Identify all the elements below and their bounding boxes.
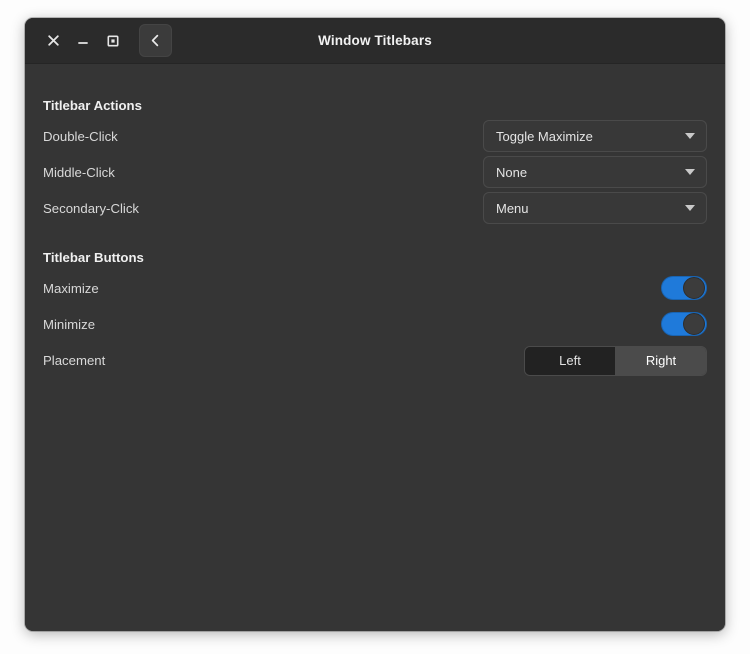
window-title-label: Window Titlebars <box>318 33 432 48</box>
row-placement: Placement Left Right <box>42 342 708 379</box>
settings-content: Titlebar Actions Double-Click Toggle Max… <box>25 64 725 631</box>
toggle-minimize[interactable] <box>661 312 707 336</box>
close-icon[interactable] <box>38 27 68 55</box>
maximize-icon[interactable] <box>98 27 128 55</box>
segment-right[interactable]: Right <box>615 347 706 375</box>
window-controls <box>25 24 172 57</box>
settings-window: Window Titlebars Titlebar Actions Double… <box>25 18 725 631</box>
row-middle-click: Middle-Click None <box>42 154 708 190</box>
dropdown-middle-click-value: None <box>496 165 527 180</box>
segmented-placement: Left Right <box>524 346 707 376</box>
toggle-maximize[interactable] <box>661 276 707 300</box>
toggle-knob <box>683 313 705 335</box>
row-label-middle-click: Middle-Click <box>43 165 115 180</box>
segment-left[interactable]: Left <box>525 347 615 375</box>
row-label-secondary-click: Secondary-Click <box>43 201 139 216</box>
row-label-placement: Placement <box>43 353 105 368</box>
row-minimize: Minimize <box>42 306 708 342</box>
dropdown-double-click-value: Toggle Maximize <box>496 129 593 144</box>
row-double-click: Double-Click Toggle Maximize <box>42 118 708 154</box>
back-icon[interactable] <box>139 24 172 57</box>
row-maximize: Maximize <box>42 270 708 306</box>
chevron-down-icon <box>685 169 695 175</box>
row-label-minimize: Minimize <box>43 317 95 332</box>
section-heading-titlebar-actions: Titlebar Actions <box>42 98 708 113</box>
row-secondary-click: Secondary-Click Menu <box>42 190 708 226</box>
toggle-knob <box>683 277 705 299</box>
minimize-icon[interactable] <box>68 27 98 55</box>
row-label-maximize: Maximize <box>43 281 99 296</box>
dropdown-secondary-click-value: Menu <box>496 201 529 216</box>
dropdown-middle-click[interactable]: None <box>483 156 707 188</box>
dropdown-double-click[interactable]: Toggle Maximize <box>483 120 707 152</box>
chevron-down-icon <box>685 133 695 139</box>
row-label-double-click: Double-Click <box>43 129 118 144</box>
section-heading-titlebar-buttons: Titlebar Buttons <box>42 250 708 265</box>
chevron-down-icon <box>685 205 695 211</box>
window-titlebar: Window Titlebars <box>25 18 725 64</box>
dropdown-secondary-click[interactable]: Menu <box>483 192 707 224</box>
